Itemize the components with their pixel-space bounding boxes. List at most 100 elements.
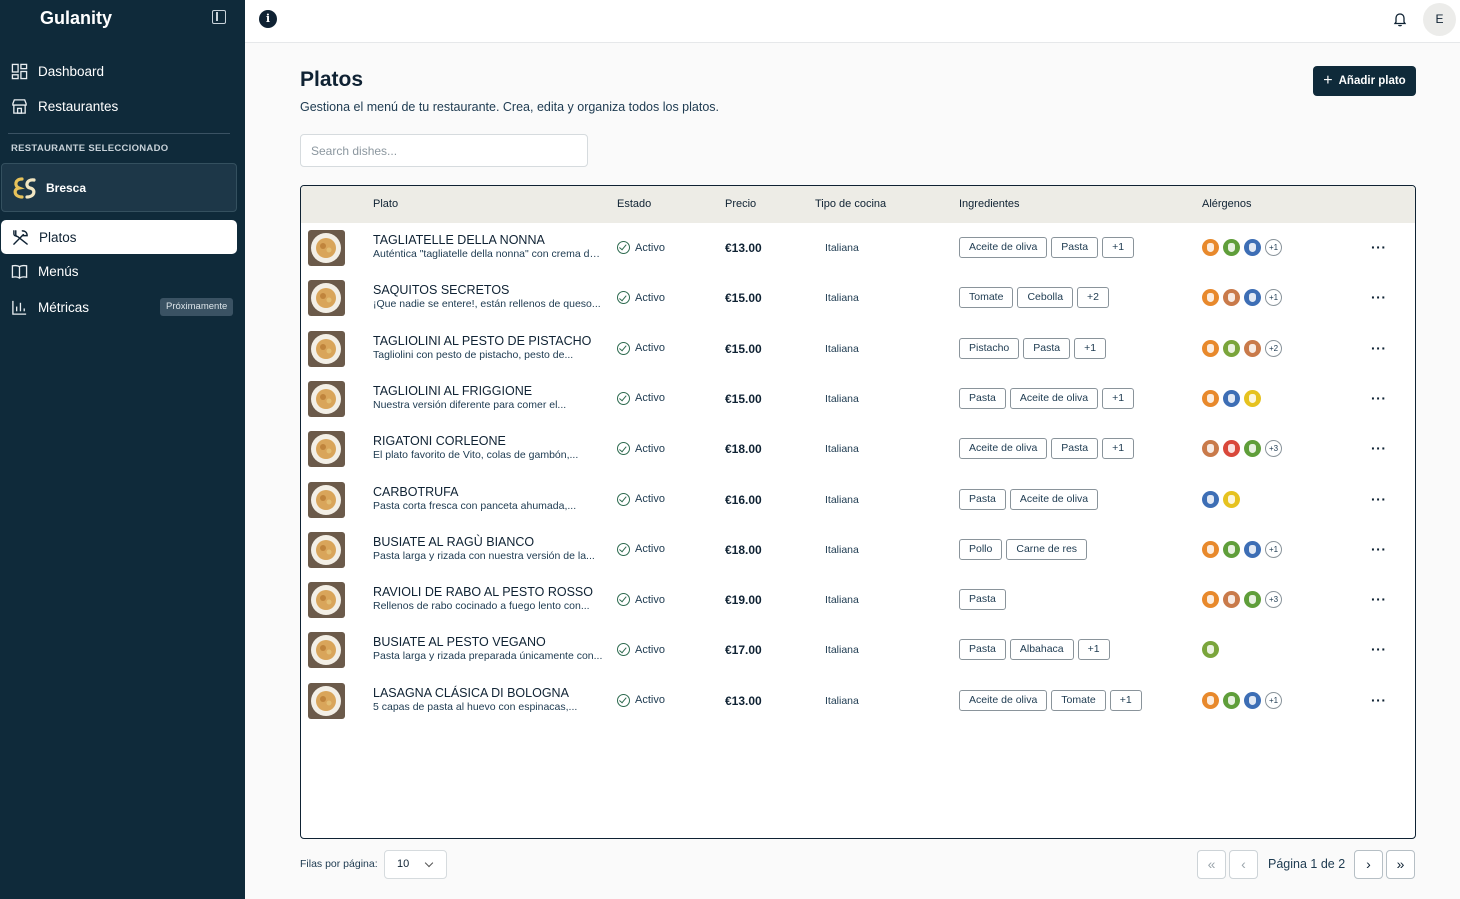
dish-thumbnail <box>308 380 345 417</box>
table-row[interactable]: RAVIOLI DE RABO AL PESTO ROSSO Rellenos d… <box>301 575 1415 625</box>
allergen-list: +1 <box>1202 540 1282 558</box>
table-row[interactable]: TAGLIOLINI AL PESTO DE PISTACHO Tagliolin… <box>301 324 1415 374</box>
allergen-icon <box>1202 289 1219 307</box>
cuisine-type: Italiana <box>825 242 859 254</box>
rows-per-page-value: 10 <box>397 858 410 870</box>
allergen-more-badge: +3 <box>1265 591 1282 609</box>
ingredient-list: Pasta Aceite de oliva <box>959 488 1099 510</box>
dish-price: €19.00 <box>725 593 762 608</box>
dish-thumbnail <box>308 632 345 669</box>
dish-thumbnail <box>308 280 345 317</box>
more-actions-icon[interactable]: ··· <box>1371 692 1387 708</box>
collapse-sidebar-icon[interactable] <box>212 10 226 24</box>
allergen-icon <box>1223 691 1240 709</box>
allergen-list: +1 <box>1202 691 1282 709</box>
more-actions-icon[interactable]: ··· <box>1371 239 1387 255</box>
allergen-icon <box>1244 691 1261 709</box>
check-circle-icon <box>617 693 630 707</box>
check-circle-icon <box>617 593 630 607</box>
status-badge: Activo <box>617 341 665 355</box>
search-input[interactable] <box>300 134 588 167</box>
add-dish-button[interactable]: + Añadir plato <box>1313 66 1416 96</box>
next-page-button[interactable]: › <box>1354 850 1383 879</box>
status-label: Activo <box>635 392 665 405</box>
check-circle-icon <box>617 643 630 657</box>
table-row[interactable]: BUSIATE AL PESTO VEGANO Pasta larga y riz… <box>301 625 1415 675</box>
bell-icon[interactable] <box>1392 11 1408 27</box>
table-row[interactable]: TAGLIOLINI AL FRIGGIONE Nuestra versión d… <box>301 374 1415 424</box>
status-label: Activo <box>635 694 665 707</box>
more-actions-icon[interactable]: ··· <box>1371 440 1387 456</box>
status-label: Activo <box>635 543 665 556</box>
allergen-more-badge: +2 <box>1265 339 1282 357</box>
dish-thumbnail <box>308 230 345 266</box>
allergen-icon <box>1244 440 1261 458</box>
sidebar-item-menus[interactable]: Menús <box>0 254 245 288</box>
ingredient-chip: +1 <box>1077 639 1110 661</box>
ingredient-list: Pistacho Pasta +1 <box>959 337 1107 359</box>
more-actions-icon[interactable]: ··· <box>1371 541 1387 557</box>
dish-price: €18.00 <box>725 442 762 457</box>
last-page-button[interactable]: » <box>1386 850 1415 879</box>
status-badge: Activo <box>617 492 665 506</box>
dish-price: €18.00 <box>725 542 762 557</box>
more-actions-icon[interactable]: ··· <box>1371 289 1387 305</box>
allergen-icon <box>1244 389 1261 407</box>
user-avatar[interactable]: E <box>1423 3 1456 36</box>
page-subtitle: Gestiona el menú de tu restaurante. Crea… <box>300 100 719 114</box>
allergen-icon <box>1223 339 1240 357</box>
ingredient-chip: Tomate <box>1051 689 1106 711</box>
allergen-icon <box>1223 540 1240 558</box>
ingredient-chip: +1 <box>1109 689 1142 711</box>
table-row[interactable]: BUSIATE AL RAGÙ BIANCO Pasta larga y riza… <box>301 525 1415 575</box>
first-page-button[interactable]: « <box>1197 850 1226 879</box>
more-actions-icon[interactable]: ··· <box>1371 390 1387 406</box>
dish-description: Pasta larga y rizada preparada únicament… <box>373 650 603 663</box>
check-circle-icon <box>617 542 630 556</box>
ingredient-list: Pollo Carne de res <box>959 538 1088 560</box>
cuisine-type: Italiana <box>825 292 859 305</box>
ingredient-chip: Pasta <box>1051 438 1099 460</box>
dish-price: €13.00 <box>725 241 762 255</box>
ingredient-chip: Pasta <box>1051 237 1099 258</box>
more-actions-icon[interactable]: ··· <box>1371 641 1387 657</box>
ingredient-chip: Aceite de oliva <box>1009 488 1099 510</box>
column-header: Plato <box>373 198 399 210</box>
table-row[interactable]: TAGLIATELLE DELLA NONNA Auténtica "taglia… <box>301 223 1415 273</box>
check-circle-icon <box>617 291 630 305</box>
table-row[interactable]: SAQUITOS SECRETOS ¡Que nadie se entere!, … <box>301 273 1415 323</box>
allergen-more-badge: +1 <box>1265 289 1282 307</box>
more-actions-icon[interactable]: ··· <box>1371 591 1387 607</box>
bresca-logo <box>12 176 38 200</box>
status-label: Activo <box>635 643 665 656</box>
allergen-icon <box>1244 540 1261 558</box>
table-row[interactable]: LASAGNA CLÁSICA DI BOLOGNA 5 capas de pas… <box>301 676 1415 726</box>
ingredient-list: Pasta <box>959 589 1006 611</box>
table-row[interactable]: RIGATONI CORLEONE El plato favorito de Vi… <box>301 424 1415 474</box>
ingredient-chip: Aceite de oliva <box>1009 387 1099 409</box>
sidebar-item-label: Dashboard <box>38 63 105 79</box>
info-icon[interactable]: i <box>259 10 277 28</box>
sidebar: Gulanity Dashboard Restaurantes RESTAURA… <box>0 0 245 899</box>
sidebar-item-restaurantes[interactable]: Restaurantes <box>0 89 245 123</box>
sidebar-item-dashboard[interactable]: Dashboard <box>0 54 245 88</box>
more-actions-icon[interactable]: ··· <box>1371 340 1387 356</box>
selected-restaurant[interactable]: Bresca <box>1 163 237 212</box>
check-circle-icon <box>617 241 630 254</box>
ingredient-chip: Pasta <box>959 589 1006 611</box>
rows-per-page-select[interactable]: 10 <box>384 850 447 879</box>
allergen-list <box>1202 389 1261 407</box>
table-row[interactable]: CARBOTRUFA Pasta corta fresca con panceta… <box>301 475 1415 525</box>
book-icon <box>10 262 28 280</box>
dish-price: €16.00 <box>725 492 762 507</box>
dish-price: €15.00 <box>725 391 762 406</box>
ingredient-chip: Pollo <box>959 538 1003 560</box>
sidebar-item-label: Menús <box>38 263 79 279</box>
allergen-icon <box>1202 239 1219 256</box>
allergen-more-badge: +1 <box>1265 239 1282 256</box>
prev-page-button[interactable]: ‹ <box>1229 850 1258 879</box>
dish-description: ¡Que nadie se entere!, están rellenos de… <box>373 298 601 311</box>
sidebar-item-platos[interactable]: Platos <box>1 220 237 254</box>
more-actions-icon[interactable]: ··· <box>1371 491 1387 507</box>
dish-price: €17.00 <box>725 643 762 658</box>
